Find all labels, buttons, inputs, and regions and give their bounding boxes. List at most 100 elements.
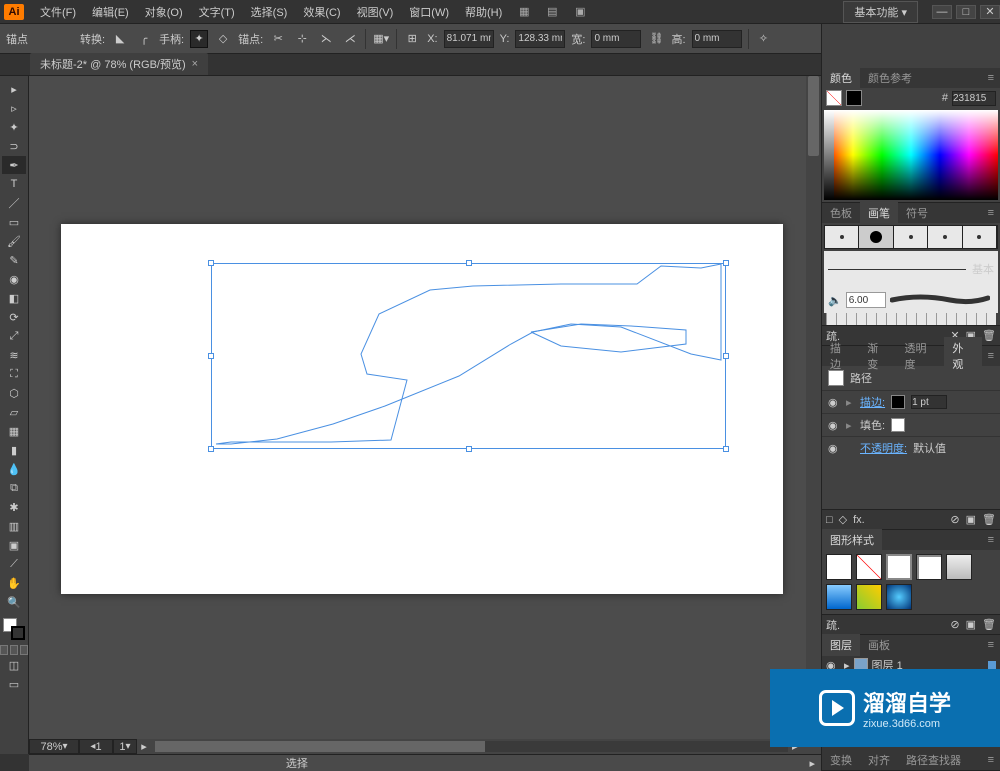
panel-menu-icon[interactable]: ≡ xyxy=(982,350,1000,362)
appearance-fill-row[interactable]: ◉ ▸ 填色: xyxy=(822,413,1000,436)
style-thumb[interactable] xyxy=(826,554,852,580)
handle-show-icon[interactable]: ✦ xyxy=(190,30,208,48)
none-swatch[interactable] xyxy=(826,90,842,106)
tab-pathfinder[interactable]: 路径查找器 xyxy=(898,749,969,771)
x-input[interactable] xyxy=(444,30,494,48)
artboard-nav[interactable]: ◂ 1 xyxy=(79,739,113,754)
expand-icon[interactable]: ▸ xyxy=(846,419,854,432)
sel-handle-sw[interactable] xyxy=(208,446,214,452)
selection-bounds[interactable] xyxy=(211,263,726,449)
tab-artboards[interactable]: 画板 xyxy=(860,634,898,656)
eraser-tool[interactable]: ◧ xyxy=(2,289,26,307)
menu-select[interactable]: 选择(S) xyxy=(243,4,296,20)
artboard-next-icon[interactable]: ▸ xyxy=(137,740,151,753)
break-link-icon[interactable]: ⊘ xyxy=(950,618,959,631)
gradient-tool[interactable]: ▮ xyxy=(2,441,26,459)
rotate-tool[interactable]: ⟳ xyxy=(2,308,26,326)
tab-appearance[interactable]: 外观 xyxy=(944,337,981,375)
selection-tool[interactable]: ▸ xyxy=(2,80,26,98)
graph-tool[interactable]: ▥ xyxy=(2,517,26,535)
stroke-label[interactable]: 描边: xyxy=(860,394,885,410)
new-style-icon[interactable]: ▣ xyxy=(966,618,976,631)
h-input[interactable] xyxy=(692,30,742,48)
visibility-icon[interactable]: ◉ xyxy=(828,419,840,432)
menu-window[interactable]: 窗口(W) xyxy=(401,4,457,20)
clear-icon[interactable]: ⊘ xyxy=(950,513,959,526)
draw-mode-icon[interactable]: ◫ xyxy=(2,656,26,674)
menu-edit[interactable]: 编辑(E) xyxy=(84,4,137,20)
blend-tool[interactable]: ⧉ xyxy=(2,479,26,497)
align-icon[interactable]: ▦▾ xyxy=(372,30,390,48)
color-mode-buttons[interactable] xyxy=(0,645,29,655)
pencil-tool[interactable]: ✎ xyxy=(2,251,26,269)
maximize-button[interactable]: □ xyxy=(956,5,976,19)
fill-color-swatch[interactable] xyxy=(891,418,905,432)
sel-handle-se[interactable] xyxy=(723,446,729,452)
style-thumb[interactable] xyxy=(856,554,882,580)
new-stroke-icon[interactable]: ◇ xyxy=(839,513,847,526)
layer-target-icon[interactable] xyxy=(988,661,996,669)
scale-tool[interactable]: ⤢ xyxy=(2,327,26,345)
handle-hide-icon[interactable]: ◇ xyxy=(214,30,232,48)
slice-tool[interactable]: ⟋ xyxy=(2,555,26,573)
rectangle-tool[interactable]: ▭ xyxy=(2,213,26,231)
sel-handle-w[interactable] xyxy=(208,353,214,359)
workspace-switcher[interactable]: 基本功能 ▾ xyxy=(843,1,918,23)
panel-menu-icon[interactable]: ≡ xyxy=(982,534,1000,546)
sel-handle-nw[interactable] xyxy=(208,260,214,266)
tab-brushes[interactable]: 画笔 xyxy=(860,202,898,224)
perspective-tool[interactable]: ▱ xyxy=(2,403,26,421)
appearance-stroke-row[interactable]: ◉ ▸ 描边: xyxy=(822,390,1000,413)
vertical-scrollbar[interactable] xyxy=(806,76,821,754)
duplicate-icon[interactable]: ▣ xyxy=(966,513,976,526)
sel-handle-e[interactable] xyxy=(723,353,729,359)
shape-builder-tool[interactable]: ⬡ xyxy=(2,384,26,402)
symbol-sprayer-tool[interactable]: ✱ xyxy=(2,498,26,516)
menu-type[interactable]: 文字(T) xyxy=(191,4,243,20)
tab-color-guide[interactable]: 颜色参考 xyxy=(860,67,920,89)
w-input[interactable] xyxy=(591,30,641,48)
link-wh-icon[interactable]: ⛓ xyxy=(647,30,665,48)
tab-transparency[interactable]: 透明度 xyxy=(896,337,944,375)
blob-brush-tool[interactable]: ◉ xyxy=(2,270,26,288)
trash-icon[interactable]: 🗑 xyxy=(982,618,996,631)
style-thumb[interactable] xyxy=(856,584,882,610)
status-arrow-icon[interactable]: ▸ xyxy=(809,757,815,770)
fx-icon[interactable]: fx. xyxy=(853,514,865,526)
tab-swatches[interactable]: 色板 xyxy=(822,202,860,224)
tab-transform[interactable]: 变换 xyxy=(822,749,860,771)
trash-icon[interactable]: 🗑 xyxy=(982,513,996,526)
anchor-add-icon[interactable]: ⊹ xyxy=(293,30,311,48)
sel-handle-ne[interactable] xyxy=(723,260,729,266)
sel-handle-n[interactable] xyxy=(466,260,472,266)
tab-align[interactable]: 对齐 xyxy=(860,749,898,771)
menu-object[interactable]: 对象(O) xyxy=(137,4,191,20)
visibility-icon[interactable]: ◉ xyxy=(828,396,840,409)
style-thumb[interactable] xyxy=(886,584,912,610)
panel-menu-icon[interactable]: ≡ xyxy=(982,72,1000,84)
stroke-weight-input[interactable] xyxy=(911,395,947,409)
menu-help[interactable]: 帮助(H) xyxy=(457,4,510,20)
close-button[interactable]: ✕ xyxy=(980,5,1000,19)
anchor-cut-icon[interactable]: ⋌ xyxy=(341,30,359,48)
artboard-tool[interactable]: ▣ xyxy=(2,536,26,554)
tab-graphic-styles[interactable]: 图形样式 xyxy=(822,529,882,551)
brush-tips[interactable] xyxy=(824,225,998,249)
minimize-button[interactable]: — xyxy=(932,5,952,19)
tab-layers[interactable]: 图层 xyxy=(822,634,860,656)
magic-wand-tool[interactable]: ✦ xyxy=(2,118,26,136)
color-spectrum[interactable] xyxy=(824,110,998,200)
type-tool[interactable]: T xyxy=(2,175,26,193)
panel-menu-icon[interactable]: ≡ xyxy=(982,639,1000,651)
menu-effect[interactable]: 效果(C) xyxy=(295,4,348,20)
style-thumb[interactable] xyxy=(886,554,912,580)
convert-smooth-icon[interactable]: ╭ xyxy=(135,30,153,48)
convert-corner-icon[interactable]: ◣ xyxy=(111,30,129,48)
stroke-color-swatch[interactable] xyxy=(891,395,905,409)
hand-tool[interactable]: ✋ xyxy=(2,574,26,592)
direct-selection-tool[interactable]: ▹ xyxy=(2,99,26,117)
mesh-tool[interactable]: ▦ xyxy=(2,422,26,440)
sel-handle-s[interactable] xyxy=(466,446,472,452)
style-thumb[interactable] xyxy=(916,554,942,580)
pen-tool[interactable]: ✒ xyxy=(2,156,26,174)
